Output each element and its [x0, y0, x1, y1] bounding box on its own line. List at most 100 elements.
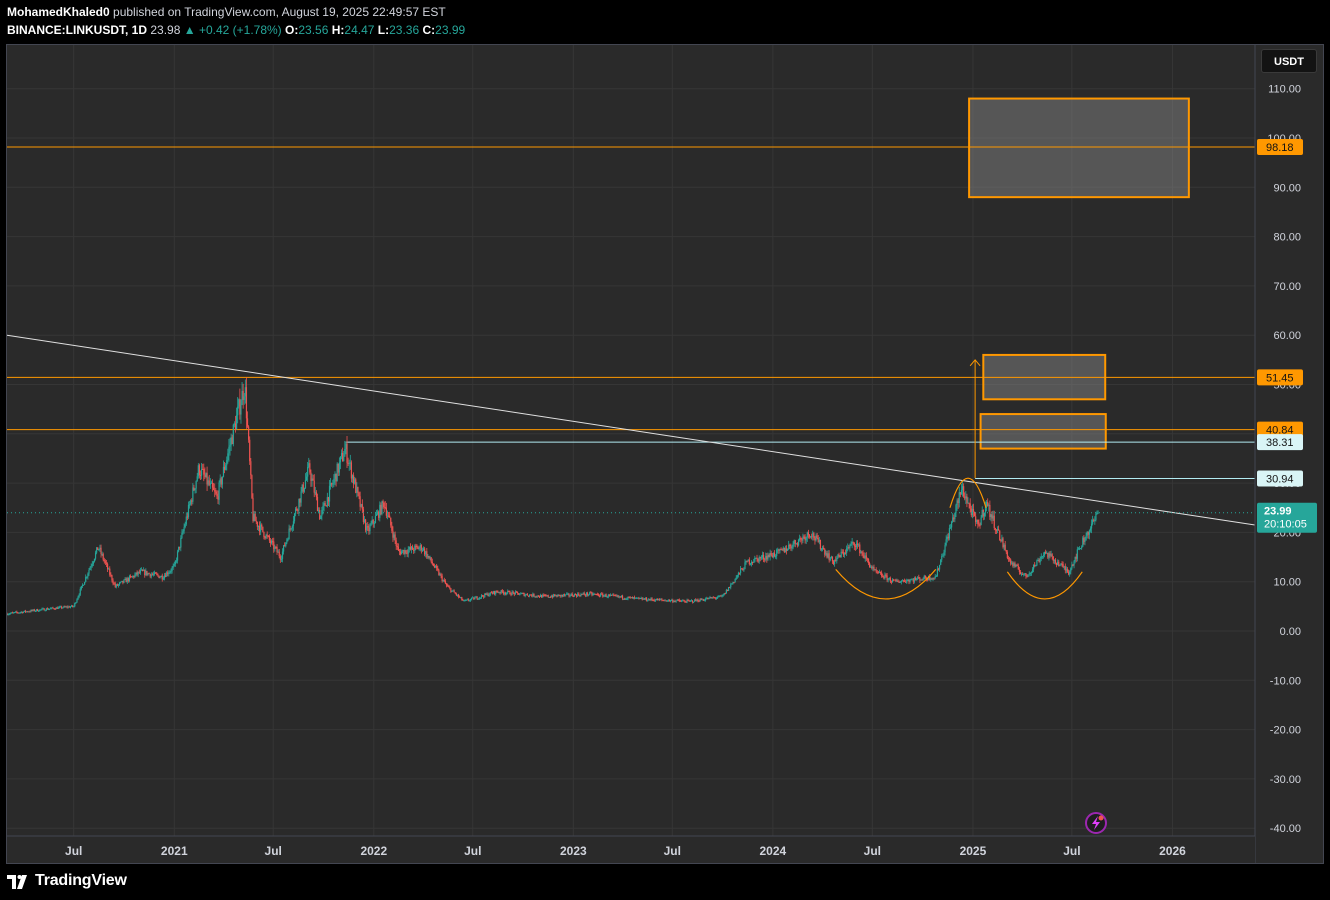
- candle-body: [85, 576, 87, 582]
- candle-body: [555, 595, 557, 597]
- candle-body: [178, 546, 180, 552]
- candle-body: [513, 592, 515, 595]
- candle-body: [621, 595, 624, 599]
- price-chart[interactable]: 110.00100.0090.0080.0070.0060.0050.0040.…: [7, 45, 1323, 863]
- candle-body: [811, 536, 813, 538]
- candle-body: [33, 609, 35, 612]
- candle-body: [8, 613, 10, 615]
- candle-body: [887, 578, 889, 581]
- candle-body: [584, 594, 586, 596]
- candle-body: [978, 524, 980, 526]
- y-tick-label: 110.00: [1268, 84, 1301, 96]
- candle-body: [975, 516, 977, 523]
- x-tick-label: 2024: [760, 844, 787, 858]
- candle-body: [518, 593, 520, 595]
- candle-body: [1013, 563, 1015, 566]
- candle-body: [451, 590, 453, 592]
- candle-body: [886, 575, 888, 581]
- tradingview-logo[interactable]: TradingView: [7, 872, 127, 890]
- candle-body: [609, 594, 612, 596]
- candle-body: [1094, 519, 1096, 521]
- candle-body: [637, 597, 639, 599]
- candle-body: [750, 562, 753, 564]
- candle-body: [340, 452, 343, 457]
- candle-body: [300, 491, 302, 503]
- candle-body: [449, 587, 451, 589]
- candle-body: [957, 500, 959, 503]
- price-scale: [1255, 45, 1323, 863]
- candle-body: [110, 574, 112, 576]
- candle-body: [720, 595, 722, 597]
- candle-body: [533, 593, 535, 597]
- candle-body: [1047, 552, 1049, 558]
- x-tick-label: Jul: [65, 844, 82, 858]
- candle-body: [311, 478, 313, 481]
- candle-body: [358, 492, 360, 497]
- candle-body: [731, 583, 733, 585]
- candle-body: [855, 543, 858, 548]
- candle-body: [314, 492, 316, 494]
- candle-body: [825, 553, 827, 555]
- candle-body: [76, 599, 78, 603]
- candle-body: [1048, 553, 1050, 558]
- candle-body: [944, 545, 946, 553]
- candle-body: [202, 468, 204, 470]
- x-tick-label: Jul: [1063, 844, 1080, 858]
- candle-body: [563, 594, 566, 596]
- candle-body: [15, 611, 17, 613]
- candle-body: [483, 596, 485, 598]
- target-zone: [968, 97, 1190, 199]
- candle-body: [1060, 563, 1062, 566]
- candle-body: [759, 557, 761, 559]
- candle-body: [628, 596, 630, 598]
- candle-body: [59, 606, 62, 608]
- candle-body: [537, 595, 539, 597]
- candle-body: [852, 541, 854, 543]
- candle-body: [536, 595, 538, 597]
- candle-body: [116, 584, 119, 586]
- candle-body: [678, 599, 680, 601]
- low-value: 23.36: [389, 23, 420, 37]
- candle-body: [141, 569, 144, 571]
- author-name[interactable]: MohamedKhaled0: [7, 5, 110, 19]
- candle-body: [1012, 562, 1014, 566]
- candle-body: [24, 610, 27, 612]
- chart-panel[interactable]: 110.00100.0090.0080.0070.0060.0050.0040.…: [6, 44, 1324, 864]
- candle-body: [844, 552, 847, 554]
- candle-body: [392, 530, 394, 538]
- candle-body: [858, 544, 860, 546]
- candle-body: [660, 599, 662, 601]
- candle-body: [992, 515, 994, 519]
- candle-body: [70, 605, 73, 607]
- candle-body: [835, 559, 837, 561]
- candle-body: [545, 595, 547, 597]
- candle-body: [210, 482, 213, 484]
- symbol-label[interactable]: BINANCE:LINKUSDT, 1D: [7, 23, 147, 37]
- candle-body: [246, 418, 249, 427]
- candle-body: [171, 567, 173, 572]
- candle-body: [799, 538, 801, 541]
- candle-body: [385, 507, 387, 516]
- candle-body: [722, 595, 724, 597]
- candle-body: [977, 519, 979, 525]
- candle-body: [278, 551, 280, 557]
- candle-body: [558, 594, 560, 596]
- candle-body: [592, 593, 594, 595]
- candle-body: [265, 534, 267, 539]
- candle-body: [589, 592, 591, 595]
- candle-body: [1045, 551, 1047, 554]
- candle-body: [380, 504, 382, 515]
- currency-unit-button[interactable]: USDT: [1261, 49, 1317, 73]
- candle-body: [876, 571, 878, 573]
- candle-body: [719, 595, 721, 597]
- candle-body: [146, 570, 148, 575]
- candle-body: [1015, 564, 1017, 567]
- candle-body: [813, 533, 815, 539]
- candle-body: [964, 496, 966, 499]
- candle-body: [688, 600, 690, 602]
- candle-body: [556, 595, 558, 597]
- candle-body: [173, 564, 175, 566]
- candle-body: [345, 443, 347, 449]
- y-tick-label: 70.00: [1273, 281, 1301, 293]
- candle-body: [579, 595, 581, 597]
